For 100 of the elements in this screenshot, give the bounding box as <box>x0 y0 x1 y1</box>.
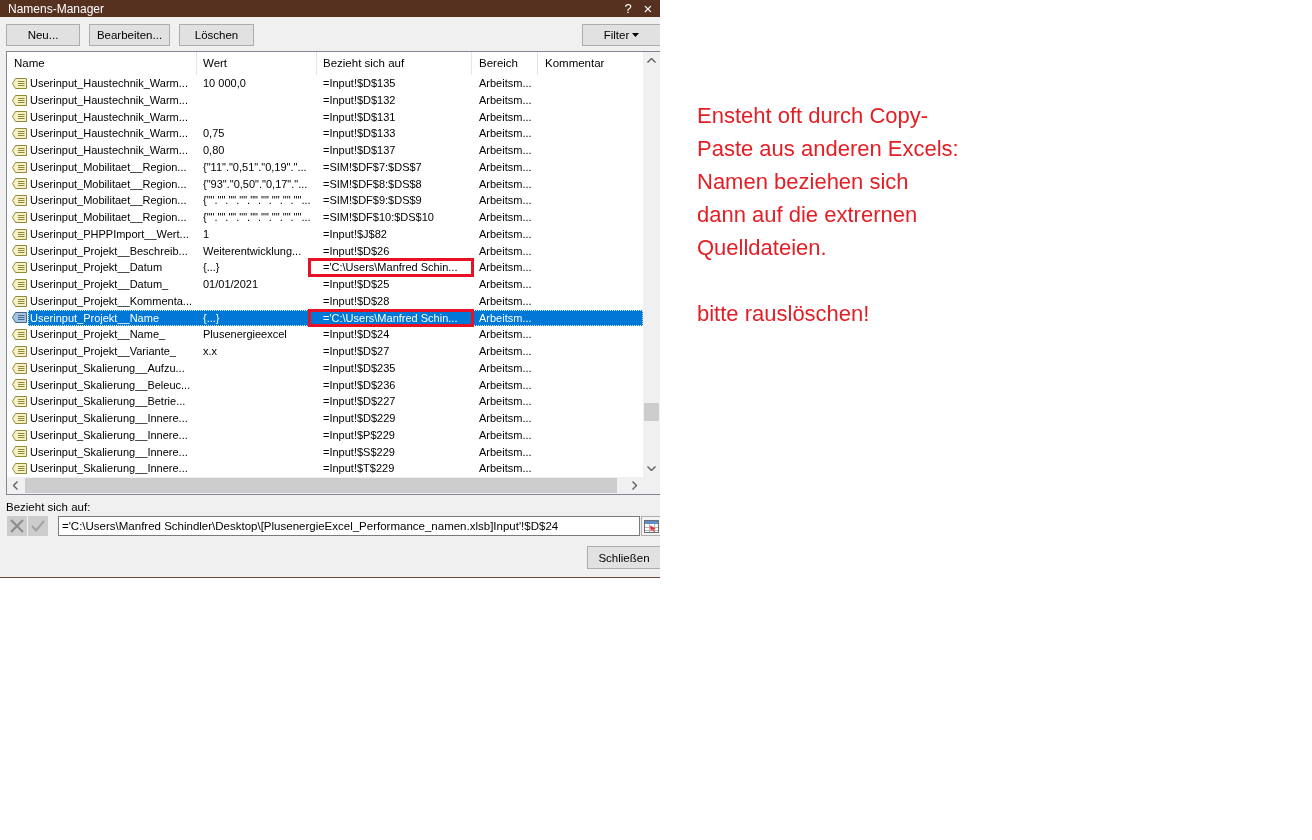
name-text: Userinput_Skalierung__Innere... <box>30 445 188 458</box>
name-text: Userinput_Skalierung__Aufzu... <box>30 361 185 374</box>
name-text: Userinput_Mobilitaet__Region... <box>30 194 187 207</box>
list-row[interactable]: Userinput_Skalierung__Beleuc... =Input!$D$236 Arbeitsm... <box>28 376 643 394</box>
reference-text: =Input!$D$137 <box>323 144 396 156</box>
caret-icon <box>632 33 640 37</box>
name-text: Userinput_Skalierung__Innere... <box>30 412 188 424</box>
scope-text: Arbeitsm... <box>479 294 532 307</box>
reference-text: =Input!$J$82 <box>323 227 387 240</box>
list-row[interactable]: Userinput_Projekt__Variante_ x.x =Input!$D$27 Arbeitsm... <box>28 343 643 360</box>
reference-text: =Input!$D$24 <box>323 328 390 341</box>
window-title: Namens-Manager <box>8 1 106 16</box>
name-text: Userinput_Skalierung__Beleuc... <box>30 378 191 391</box>
scope-text: Arbeitsm... <box>479 462 532 475</box>
name-text: Userinput_Mobilitaet__Region... <box>30 211 187 223</box>
value-text: {...} <box>203 261 220 274</box>
edit-button[interactable]: Bearbeiten... <box>89 24 170 46</box>
tag-icon <box>12 396 27 408</box>
name-text: Userinput_Skalierung__Innere... <box>30 462 188 475</box>
list-row[interactable]: Userinput_Haustechnik_Warm... =Input!$D$131 Arbeitsm... <box>28 108 643 126</box>
scope-text: Arbeitsm... <box>479 328 532 341</box>
list-row[interactable]: Userinput_Skalierung__Betrie... =Input!$D$227 Arbeitsm... <box>28 393 643 410</box>
scope-text: Arbeitsm... <box>479 127 532 140</box>
reference-text: =Input!$D$131 <box>323 110 396 123</box>
tag-icon <box>12 77 27 89</box>
reference-text: =Input!$D$132 <box>323 93 396 106</box>
reference-text: =SIM!$DF$10:$DS$10 <box>323 211 434 223</box>
list-row[interactable]: Userinput_Skalierung__Aufzu... =Input!$D$235 Arbeitsm... <box>28 359 643 377</box>
scope-text: Arbeitsm... <box>479 144 532 156</box>
tag-icon <box>12 429 27 441</box>
filter-button[interactable]: Filter <box>582 24 660 46</box>
value-text: 01/01/2021 <box>203 278 259 290</box>
value-text: 10 000,0 <box>203 77 246 89</box>
list-row[interactable]: Userinput_Projekt__Beschreib... Weiterentwicklung... =Input!$D$26 Arbeitsm... <box>28 242 643 260</box>
list-row[interactable]: Userinput_Mobilitaet__Region... {"11"."0,51"."0,19"."... =SIM!$DF$7:$DS$7 Arbeitsm... <box>28 158 643 176</box>
list-row[interactable]: Userinput_Haustechnik_Warm... 0,75 =Input!$D$133 Arbeitsm... <box>28 125 643 142</box>
list-row[interactable]: Userinput_Projekt__Datum {...} ='C:\Users\Manfred Schin... Arbeitsm... <box>28 259 643 276</box>
name-text: Userinput_Haustechnik_Warm... <box>30 110 188 123</box>
list-row[interactable]: Userinput_Haustechnik_Warm... 10 000,0 =Input!$D$135 Arbeitsm... <box>28 75 643 92</box>
list-row[interactable]: Userinput_Mobilitaet__Region... {"93"."0,50"."0,17"."... =SIM!$DF$8:$DS$8 Arbeitsm... <box>28 175 643 193</box>
list-row[interactable]: Userinput_Projekt__Datum_ 01/01/2021 =Input!$D$25 Arbeitsm... <box>28 276 643 293</box>
reference-field[interactable]: ='C:\Users\Manfred Schindler\Desktop\[PlusenergieExcel_Performance_namen.xlsb]Input'!$D$24 <box>57 516 641 536</box>
tag-icon <box>12 228 27 240</box>
value-text: {...} <box>203 311 220 324</box>
reference-text: =SIM!$DF$7:$DS$7 <box>323 160 422 173</box>
column-header[interactable]: Kommentar <box>538 52 643 75</box>
help-button[interactable]: ? <box>621 1 635 16</box>
tag-icon <box>12 144 27 156</box>
scope-text: Arbeitsm... <box>479 227 532 240</box>
list-row[interactable]: Userinput_Skalierung__Innere... =Input!$P$229 Arbeitsm... <box>28 426 643 444</box>
tag-icon <box>12 463 27 475</box>
field-label: Bezieht sich auf: <box>6 501 91 513</box>
list-row[interactable]: Userinput_PHPPImport__Wert... 1 =Input!$J$82 Arbeitsm... <box>28 225 643 243</box>
tag-icon <box>12 94 27 106</box>
name-text: Userinput_Projekt__Datum <box>30 261 163 274</box>
name-text: Userinput_Haustechnik_Warm... <box>30 77 188 89</box>
chevron-up-icon[interactable] <box>647 58 656 63</box>
reference-text: =Input!$D$133 <box>323 127 396 140</box>
scope-text: Arbeitsm... <box>479 194 532 207</box>
value-text: {"11"."0,51"."0,19"."... <box>203 160 307 173</box>
name-text: Userinput_Haustechnik_Warm... <box>30 144 188 156</box>
tag-icon <box>12 295 27 307</box>
list-row[interactable]: Userinput_Skalierung__Innere... =Input!$S$229 Arbeitsm... <box>28 443 643 461</box>
list-row[interactable]: Userinput_Haustechnik_Warm... 0,80 =Input!$D$137 Arbeitsm... <box>28 142 643 159</box>
list-row[interactable]: Userinput_Skalierung__Innere... =Input!$D$229 Arbeitsm... <box>28 410 643 427</box>
scope-text: Arbeitsm... <box>479 378 532 391</box>
tag-icon <box>12 345 27 357</box>
list-row[interactable]: Userinput_Skalierung__Innere... =Input!$T$229 Arbeitsm... <box>28 460 643 477</box>
reference-text: =Input!$D$236 <box>323 378 396 391</box>
list-row[interactable]: Userinput_Projekt__Name {...} ='C:\Users\Manfred Schin... Arbeitsm... <box>28 309 643 327</box>
reference-text: =Input!$P$229 <box>323 428 395 441</box>
name-text: Userinput_Skalierung__Innere... <box>30 428 188 441</box>
scope-text: Arbeitsm... <box>479 93 532 106</box>
value-text: {"93"."0,50"."0,17"."... <box>203 177 308 190</box>
chevron-down-icon[interactable] <box>647 466 656 471</box>
name-text: Userinput_Haustechnik_Warm... <box>30 127 188 140</box>
tag-icon <box>12 245 27 257</box>
scope-text: Arbeitsm... <box>479 361 532 374</box>
tag-icon <box>12 379 27 391</box>
scrollbar-thumb[interactable] <box>25 478 617 493</box>
list-row[interactable]: Userinput_Projekt__Kommenta... =Input!$D$28 Arbeitsm... <box>28 292 643 310</box>
reference-text: =Input!$D$27 <box>323 345 390 357</box>
list-row[interactable]: Userinput_Haustechnik_Warm... =Input!$D$132 Arbeitsm... <box>28 91 643 109</box>
chevron-left-icon[interactable] <box>13 481 18 490</box>
name-text: Userinput_Projekt__Beschreib... <box>30 244 188 257</box>
new-button[interactable]: Neu... <box>6 24 80 46</box>
list-row[interactable]: Userinput_Projekt__Name_ Plusenergieexcel =Input!$D$24 Arbeitsm... <box>28 326 643 343</box>
scrollbar-thumb[interactable] <box>644 403 659 421</box>
tag-icon <box>12 362 27 374</box>
chevron-right-icon[interactable] <box>632 481 637 490</box>
list-row[interactable]: Userinput_Mobilitaet__Region... {""."".""."".""."".""."".""... =SIM!$DF$9:$DS$9 Arbeitsm... <box>28 192 643 209</box>
list-row[interactable]: Userinput_Mobilitaet__Region... {""."".""."".""."".""."".""... =SIM!$DF$10:$DS$10 Arbeitsm... <box>28 209 643 226</box>
reference-text: =Input!$T$229 <box>323 462 395 475</box>
reference-text: =Input!$D$28 <box>323 294 390 307</box>
delete-button[interactable]: Löschen <box>179 24 254 46</box>
name-text: Userinput_Haustechnik_Warm... <box>30 93 188 106</box>
range-select-button[interactable] <box>641 516 660 536</box>
close-button[interactable]: × <box>641 1 655 16</box>
close-dialog-button[interactable]: Schließen <box>587 546 660 569</box>
tag-icon <box>12 128 27 140</box>
